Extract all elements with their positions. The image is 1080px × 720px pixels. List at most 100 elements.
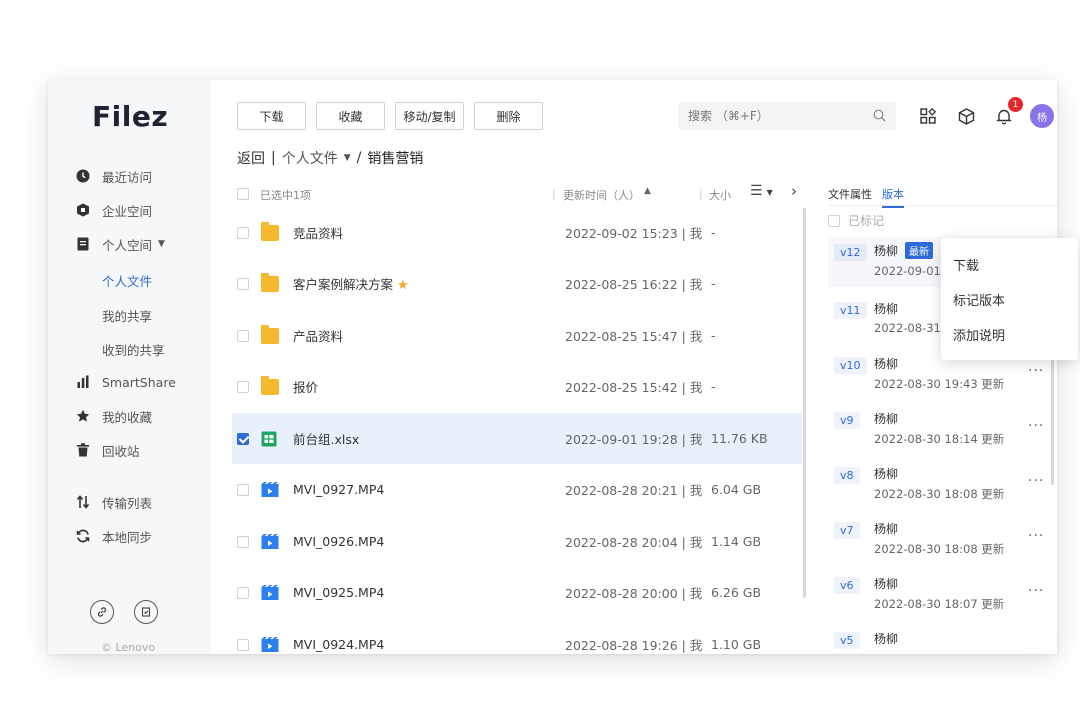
file-name: MVI_0926.MP4: [293, 534, 385, 549]
menu-item-mark-version[interactable]: 标记版本: [941, 282, 1078, 317]
row-checkbox[interactable]: [237, 638, 249, 651]
checkin-icon[interactable]: [134, 600, 158, 624]
menu-item-add-note[interactable]: 添加说明: [941, 317, 1078, 352]
file-list-scrollbar[interactable]: [803, 208, 806, 598]
sidebar-sub-received-shares[interactable]: 收到的共享: [102, 340, 165, 359]
favorite-button[interactable]: 收藏: [316, 102, 385, 130]
row-checkbox[interactable]: [237, 483, 249, 496]
chevron-right-icon[interactable]: ›: [791, 182, 797, 200]
transfer-icon: [76, 495, 90, 509]
file-time: 2022-08-28 20:00 | 我: [565, 586, 703, 601]
file-size: 6.04 GB: [711, 482, 762, 497]
more-icon[interactable]: ···: [1028, 418, 1044, 434]
sidebar-item-trash[interactable]: 回收站: [76, 440, 140, 460]
version-tag: v9: [834, 412, 860, 429]
table-row[interactable]: 竞品资料 2022-09-02 15:23 | 我 -: [232, 207, 802, 258]
row-checkbox[interactable]: [237, 277, 249, 290]
row-checkbox[interactable]: [237, 535, 249, 548]
table-row[interactable]: 报价 2022-08-25 15:42 | 我 -: [232, 361, 802, 412]
link-icon[interactable]: [90, 600, 114, 624]
table-row[interactable]: MVI_0927.MP4 2022-08-28 20:21 | 我 6.04 G…: [232, 464, 802, 515]
sidebar-item-transfers[interactable]: 传输列表: [76, 492, 152, 512]
version-user: 杨柳: [874, 577, 899, 591]
file-size: 11.76 KB: [711, 431, 768, 446]
row-checkbox[interactable]: [237, 586, 249, 599]
version-time: 2022-08-30 19:43 更新: [874, 377, 1005, 391]
search-box: [678, 102, 896, 130]
table-row[interactable]: 客户案例解决方案 ★ 2022-08-25 16:22 | 我 -: [232, 258, 802, 309]
copyright: © Lenovo: [101, 641, 156, 654]
file-size: -: [711, 379, 716, 394]
latest-badge: 最新: [905, 242, 933, 259]
cube-icon[interactable]: [954, 104, 978, 128]
sidebar-item-enterprise[interactable]: 企业空间: [76, 200, 152, 220]
table-row[interactable]: 产品资料 2022-08-25 15:47 | 我 -: [232, 310, 802, 361]
marked-filter[interactable]: 已标记: [828, 212, 884, 229]
apps-icon[interactable]: [916, 104, 940, 128]
version-tag: v12: [834, 244, 867, 261]
version-item[interactable]: v8 杨柳 2022-08-30 18:08 更新 ···: [834, 463, 1049, 513]
version-user: 杨柳: [874, 522, 899, 536]
version-item[interactable]: v10 杨柳 2022-08-30 19:43 更新 ···: [834, 353, 1049, 403]
column-divider: |: [552, 187, 556, 200]
marked-checkbox[interactable]: [828, 214, 840, 227]
table-row[interactable]: 前台组.xlsx 2022-09-01 19:28 | 我 11.76 KB: [232, 413, 802, 464]
version-item[interactable]: v9 杨柳 2022-08-30 18:14 更新 ···: [834, 408, 1049, 458]
clock-icon: [76, 169, 90, 183]
back-link[interactable]: 返回: [237, 148, 265, 168]
row-checkbox[interactable]: [237, 380, 249, 393]
chevron-down-icon[interactable]: ▼: [344, 153, 351, 163]
sidebar-item-local-sync[interactable]: 本地同步: [76, 526, 152, 546]
video-icon: [261, 584, 279, 601]
more-icon[interactable]: ···: [1028, 528, 1044, 544]
search-input[interactable]: [688, 109, 873, 123]
more-icon[interactable]: ···: [1028, 363, 1044, 379]
delete-button[interactable]: 删除: [474, 102, 543, 130]
file-name-text: 客户案例解决方案: [293, 277, 394, 292]
version-tag: v10: [834, 357, 867, 374]
toolbar: 下载 收藏 移动/复制 删除: [237, 102, 543, 130]
app-window: Filez 最近访问 企业空间 个人空间 ▼ 个人文件 我的共享 收到的共享 S…: [48, 80, 1057, 654]
version-item[interactable]: v6 杨柳 2022-08-30 18:07 更新 ···: [834, 573, 1049, 623]
version-item[interactable]: v7 杨柳 2022-08-30 18:08 更新 ···: [834, 518, 1049, 568]
file-time: 2022-09-02 15:23 | 我: [565, 226, 703, 241]
table-row[interactable]: MVI_0924.MP4 2022-08-28 19:26 | 我 1.10 G…: [232, 619, 802, 654]
sidebar-sub-personal-files[interactable]: 个人文件: [102, 271, 152, 290]
row-checkbox[interactable]: [237, 329, 249, 342]
sidebar-item-recent[interactable]: 最近访问: [76, 166, 152, 186]
sidebar-item-personal-space[interactable]: 个人空间 ▼: [76, 234, 165, 254]
sidebar-item-smartshare[interactable]: SmartShare: [76, 372, 176, 392]
sidebar-sub-my-shares[interactable]: 我的共享: [102, 306, 152, 325]
version-user: 杨柳: [874, 632, 899, 646]
row-checkbox[interactable]: [237, 432, 249, 445]
file-name: 竞品资料: [293, 226, 344, 241]
more-icon[interactable]: ···: [1028, 473, 1044, 489]
version-tag: v7: [834, 522, 860, 539]
menu-item-download[interactable]: 下载: [941, 247, 1078, 282]
move-copy-button[interactable]: 移动/复制: [395, 102, 464, 130]
sort-icon[interactable]: ▲: [644, 186, 651, 196]
avatar[interactable]: 杨: [1030, 104, 1054, 128]
spreadsheet-icon: [261, 431, 279, 447]
sidebar-item-favorites[interactable]: 我的收藏: [76, 406, 152, 426]
search-icon[interactable]: [873, 107, 886, 126]
file-name: MVI_0924.MP4: [293, 637, 385, 652]
breadcrumb-parent[interactable]: 个人文件: [282, 148, 338, 168]
table-row[interactable]: MVI_0926.MP4 2022-08-28 20:04 | 我 1.14 G…: [232, 516, 802, 567]
file-size: -: [711, 276, 716, 291]
more-icon[interactable]: ···: [1028, 583, 1044, 599]
download-button[interactable]: 下载: [237, 102, 306, 130]
tab-divider: [828, 205, 1057, 206]
version-user: 杨柳: [874, 302, 899, 316]
column-divider: |: [699, 187, 703, 200]
column-header-size[interactable]: 大小: [709, 187, 731, 203]
bell-icon[interactable]: 1: [992, 97, 1023, 128]
column-header-time[interactable]: 更新时间（人）: [563, 187, 640, 203]
document-icon: [76, 237, 90, 251]
table-row[interactable]: MVI_0925.MP4 2022-08-28 20:00 | 我 6.26 G…: [232, 567, 802, 618]
sidebar-item-label: 回收站: [102, 443, 140, 459]
row-checkbox[interactable]: [237, 226, 249, 239]
list-view-icon[interactable]: ☰ ▼: [750, 183, 773, 199]
version-item[interactable]: v5 杨柳: [834, 628, 1049, 654]
select-all-checkbox[interactable]: [237, 188, 249, 200]
